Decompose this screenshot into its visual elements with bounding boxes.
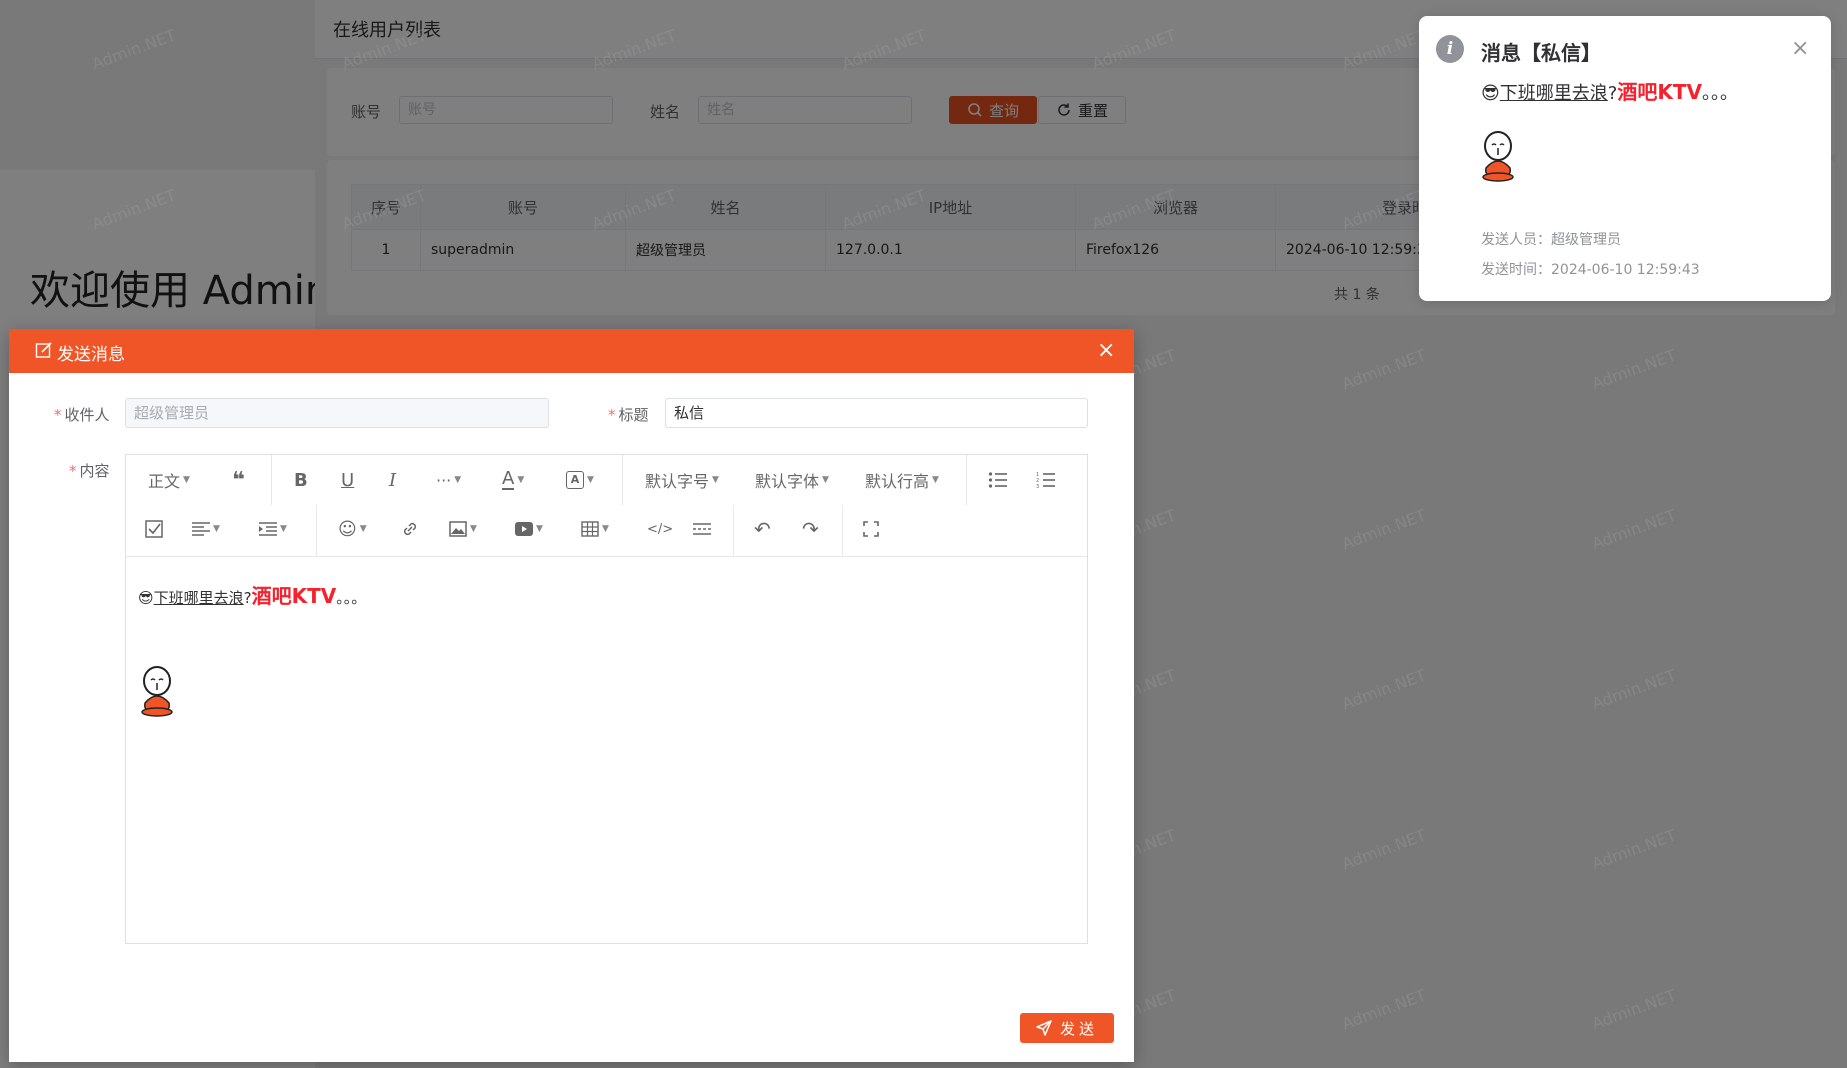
- send-icon: [1036, 1020, 1052, 1036]
- notification-title: 消息【私信】: [1481, 41, 1601, 65]
- bg-color-icon[interactable]: A ▼: [566, 465, 594, 495]
- indent-icon[interactable]: ▼: [259, 514, 287, 544]
- editor-content[interactable]: 😎下班哪里去浪?酒吧KTV。。。: [138, 580, 366, 609]
- paragraph-label: 正文: [148, 472, 181, 491]
- recipient-label: * 收件人: [54, 406, 110, 424]
- undo-icon[interactable]: ↶: [754, 514, 771, 544]
- edit-icon: [35, 342, 52, 358]
- caret-icon: ▼: [183, 475, 190, 485]
- monk-sticker-image: [141, 666, 173, 717]
- bulleted-list-icon[interactable]: [988, 465, 1008, 495]
- subject-input[interactable]: 私信: [665, 398, 1088, 428]
- content-label: * 内容: [69, 462, 110, 480]
- video-icon[interactable]: ▼: [515, 514, 543, 544]
- font-size-select[interactable]: 默认字号 ▼: [645, 465, 719, 495]
- notification-close-icon[interactable]: ×: [1791, 38, 1809, 60]
- align-icon[interactable]: ▼: [192, 514, 220, 544]
- blockquote-icon[interactable]: ❝: [232, 465, 245, 495]
- notification-underlined-text: 下班哪里去浪: [1499, 83, 1608, 104]
- notification-question: ?: [1607, 83, 1618, 104]
- italic-icon[interactable]: I: [389, 465, 396, 495]
- font-size-label: 默认字号: [645, 472, 710, 491]
- paragraph-select[interactable]: 正文 ▼: [148, 465, 190, 495]
- editor-toolbar: 正文 ▼ ❝ B U I ··· ▼ A ▼ A ▼ 默认字号 ▼ 默认字体 ▼ 默认行高 ▼…: [126, 455, 1087, 557]
- sunglasses-emoji: 😎: [1481, 83, 1500, 104]
- table-icon[interactable]: ▼: [581, 514, 609, 544]
- info-icon: i: [1436, 35, 1464, 63]
- divider-icon[interactable]: [693, 514, 711, 544]
- send-label: 发送: [1059, 1019, 1098, 1038]
- emoji-icon[interactable]: ☺ ▼: [338, 514, 367, 544]
- svg-text:3: 3: [1036, 484, 1039, 489]
- notification-dots: 。。。: [1701, 83, 1738, 104]
- subject-label: * 标题: [608, 406, 649, 424]
- notification-time: 发送时间：2024-06-10 12:59:43: [1481, 262, 1700, 278]
- notification-keyword: 酒吧KTV: [1617, 80, 1702, 104]
- todo-icon[interactable]: [145, 514, 163, 544]
- send-message-dialog: 发送消息 × * 收件人 超级管理员 * 标题 私信 * 内容 正文 ▼ ❝ B U I…: [9, 329, 1134, 1062]
- sunglasses-emoji: 😎: [138, 589, 154, 607]
- line-height-label: 默认行高: [865, 472, 930, 491]
- content-question: ?: [243, 589, 252, 607]
- content-dots: 。。。: [336, 589, 367, 607]
- recipient-input[interactable]: 超级管理员: [125, 398, 549, 428]
- dialog-title: 发送消息: [57, 345, 125, 365]
- font-family-label: 默认字体: [755, 472, 820, 491]
- message-notification: i 消息【私信】 × 😎下班哪里去浪?酒吧KTV。。。 发送人员：超级管理员 发…: [1419, 16, 1831, 301]
- code-icon[interactable]: </>: [647, 514, 673, 544]
- dialog-header: 发送消息 ×: [9, 329, 1134, 373]
- link-icon[interactable]: [401, 514, 419, 544]
- notification-sender: 发送人员：超级管理员: [1481, 232, 1621, 248]
- rich-text-editor: 正文 ▼ ❝ B U I ··· ▼ A ▼ A ▼ 默认字号 ▼ 默认字体 ▼ 默认行高 ▼…: [125, 454, 1088, 944]
- redo-icon[interactable]: ↷: [802, 514, 819, 544]
- monk-sticker-image: [1482, 131, 1514, 182]
- dialog-close-icon[interactable]: ×: [1097, 340, 1115, 362]
- font-family-select[interactable]: 默认字体 ▼: [755, 465, 829, 495]
- fullscreen-icon[interactable]: [863, 514, 879, 544]
- content-keyword: 酒吧KTV: [251, 584, 337, 608]
- font-color-icon[interactable]: A ▼: [502, 465, 524, 495]
- bold-icon[interactable]: B: [294, 465, 308, 495]
- send-button[interactable]: 发送: [1020, 1013, 1114, 1043]
- image-icon[interactable]: ▼: [449, 514, 477, 544]
- underline-icon[interactable]: U: [341, 465, 354, 495]
- content-underlined-text: 下班哪里去浪: [153, 589, 244, 607]
- more-icon[interactable]: ··· ▼: [436, 465, 461, 495]
- line-height-select[interactable]: 默认行高 ▼: [865, 465, 939, 495]
- numbered-list-icon[interactable]: 123: [1036, 465, 1056, 495]
- notification-body: 😎下班哪里去浪?酒吧KTV。。。: [1481, 76, 1738, 105]
